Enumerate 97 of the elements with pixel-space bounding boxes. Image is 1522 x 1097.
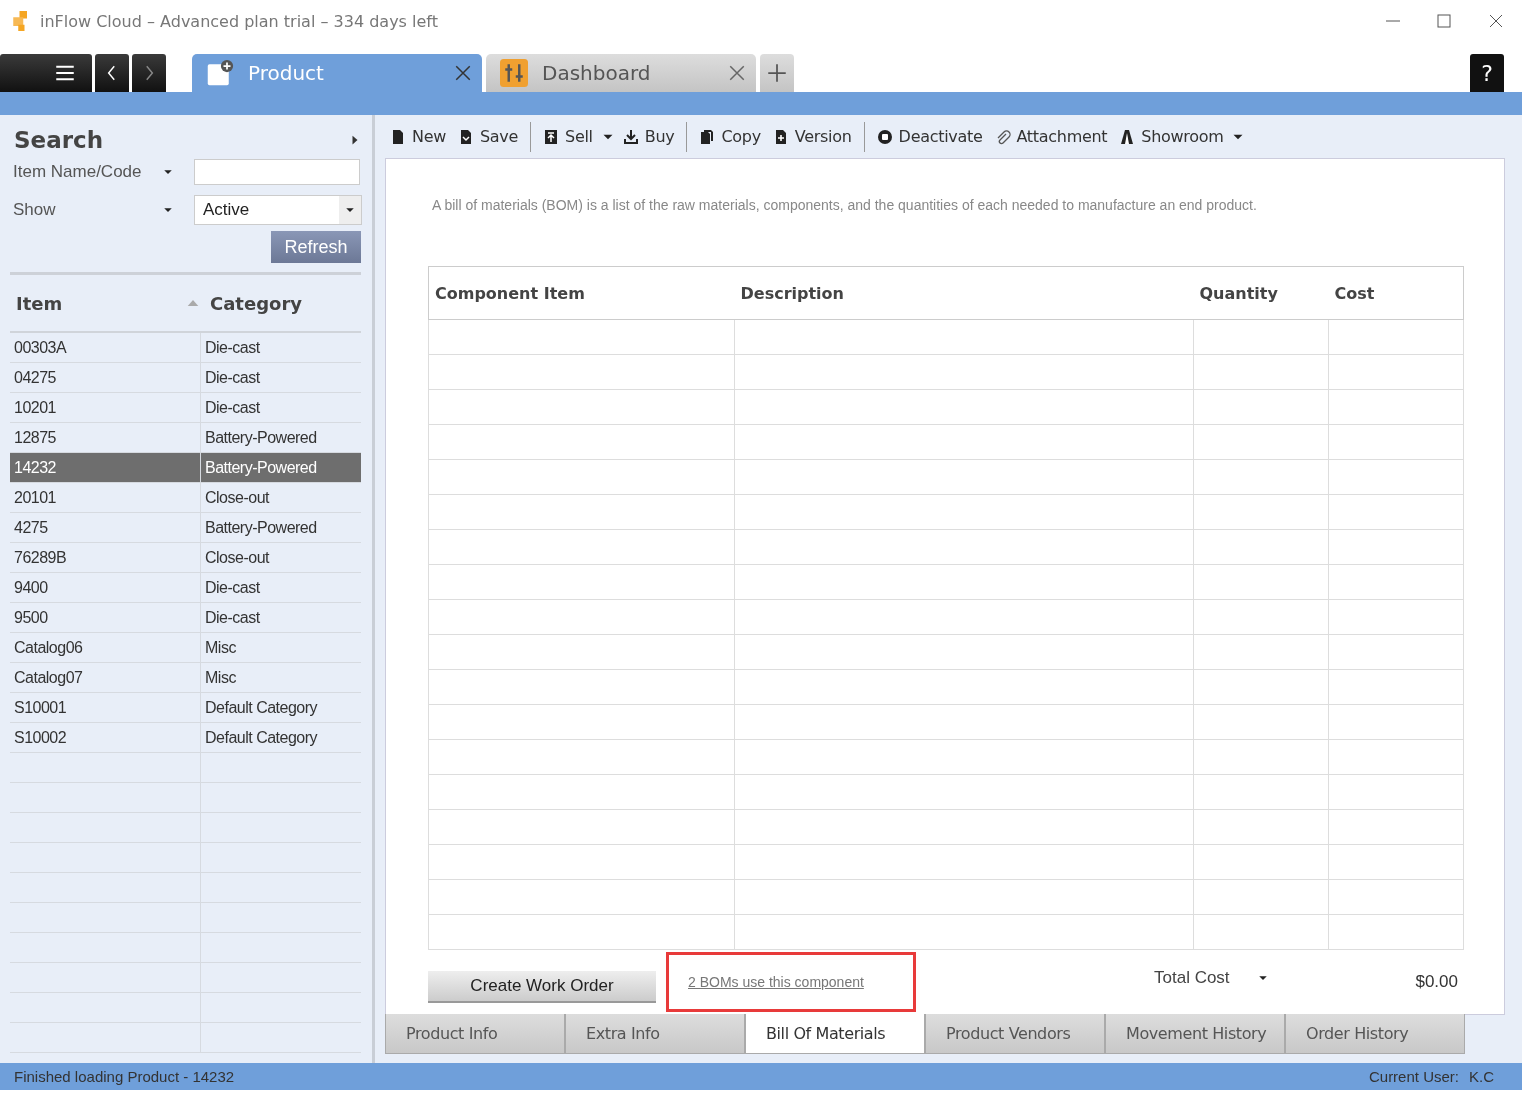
toolbar-button[interactable]: Attachment [991,127,1111,146]
item-category: Default Category [204,728,319,748]
item-row[interactable]: S10001 Default Category [10,693,361,723]
plus-icon [767,63,787,83]
forward-button[interactable] [132,54,166,92]
bom-description: A bill of materials (BOM) is a list of the raw materials, components, and the quantities of each needed to manufacture an end product. [432,197,1258,213]
item-code: Catalog07 [10,663,201,693]
toolbar-button[interactable]: Sell [540,127,596,146]
search-title: Search [14,127,104,153]
document-icon [390,128,406,145]
item-row[interactable]: 9400 Die-cast [10,573,361,603]
toolbar-button[interactable]: Buy [619,127,678,146]
item-code: 76289B [10,543,201,573]
item-row[interactable]: 76289B Close-out [10,543,361,573]
sliders-icon [500,59,528,87]
item-row[interactable]: 14232 Battery-Powered [10,453,361,483]
refresh-button[interactable]: Refresh [271,231,361,263]
document-tab[interactable]: Dashboard [486,54,756,92]
column-header: Description [734,266,1194,320]
close-icon [1488,13,1504,29]
column-header: Cost [1328,266,1464,320]
toolbar-button[interactable]: Showroom [1116,127,1227,146]
item-category: Misc [204,638,237,658]
item-category: Die-cast [204,368,261,388]
item-category: Battery-Powered [204,458,318,478]
item-code: 10201 [10,393,201,423]
item-code: 04275 [10,363,201,393]
maximize-icon [1436,13,1452,29]
column-header[interactable]: Category [210,292,303,314]
total-cost-value: $0.00 [1415,972,1458,992]
section-tab[interactable]: Bill Of Materials [745,1014,925,1054]
item-row[interactable]: S10002 Default Category [10,723,361,753]
save-icon [458,128,474,145]
toolbar-button[interactable]: Deactivate [873,127,986,146]
total-cost-label: Total Cost [1154,968,1230,988]
toolbar-button[interactable]: New [387,127,449,146]
item-row[interactable]: 10201 Die-cast [10,393,361,423]
item-row[interactable]: 04275 Die-cast [10,363,361,393]
item-category: Die-cast [204,398,261,418]
status-message: Finished loading Product - 14232 [14,1068,235,1085]
item-category: Misc [204,668,237,688]
current-user-label: Current User: [1368,1068,1459,1085]
download-icon [622,128,639,145]
item-category: Battery-Powered [204,518,318,538]
item-category: Die-cast [204,608,261,628]
item-category: Default Category [204,698,319,718]
help-button[interactable]: ? [1470,54,1504,92]
item-category: Die-cast [204,338,261,358]
item-row[interactable]: 9500 Die-cast [10,603,361,633]
item-code: 00303A [10,333,201,363]
item-code: Catalog06 [10,633,201,663]
item-code: 14232 [10,453,201,483]
item-row[interactable]: 00303A Die-cast [10,333,361,363]
item-category: Die-cast [204,578,261,598]
showroom-icon [1119,128,1136,145]
close-icon [728,64,746,82]
item-code: S10001 [10,693,201,723]
item-category: Battery-Powered [204,428,318,448]
item-row[interactable]: 4275 Battery-Powered [10,513,361,543]
item-row[interactable]: Catalog06 Misc [10,633,361,663]
column-header[interactable]: Item [10,292,186,314]
create-work-order-button[interactable]: Create Work Order [428,971,656,1003]
item-row[interactable]: Catalog07 Misc [10,663,361,693]
minimize-icon [1386,20,1400,22]
item-code: 9400 [10,573,201,603]
menu-button[interactable] [0,54,92,92]
column-header: Quantity [1193,266,1329,320]
item-code: 9500 [10,603,201,633]
column-header: Component Item [428,266,735,320]
section-tab[interactable]: Order History [1285,1014,1465,1054]
item-category: Close-out [204,488,271,508]
item-category: Close-out [204,548,271,568]
document-plus-icon [206,59,234,87]
field-label: Item Name/Code [13,162,143,182]
search-input-field[interactable] [194,159,360,185]
section-tab[interactable]: Movement History [1105,1014,1285,1054]
section-tab[interactable]: Product Info [385,1014,565,1054]
section-tab[interactable]: Extra Info [565,1014,745,1054]
show-dropdown[interactable]: Active [194,195,362,225]
field-label: Show [13,200,57,220]
item-code: 20101 [10,483,201,513]
section-tab[interactable]: Product Vendors [925,1014,1105,1054]
item-row[interactable]: 20101 Close-out [10,483,361,513]
close-icon [454,64,472,82]
current-user: K.C [1469,1068,1494,1085]
copy-icon [699,128,716,145]
toolbar-button[interactable]: Version [769,127,855,146]
new-tab-button[interactable] [760,54,794,92]
item-code: 4275 [10,513,201,543]
back-button[interactable] [95,54,129,92]
toolbar-button[interactable]: Copy [696,127,764,146]
boms-link[interactable]: 2 BOMs use this component [688,974,864,990]
item-code: S10002 [10,723,201,753]
upload-icon [543,128,560,145]
toolbar-button[interactable]: Save [455,127,522,146]
stop-icon [876,128,893,145]
window-title: inFlow Cloud – Advanced plan trial – 334 days left [40,11,438,31]
